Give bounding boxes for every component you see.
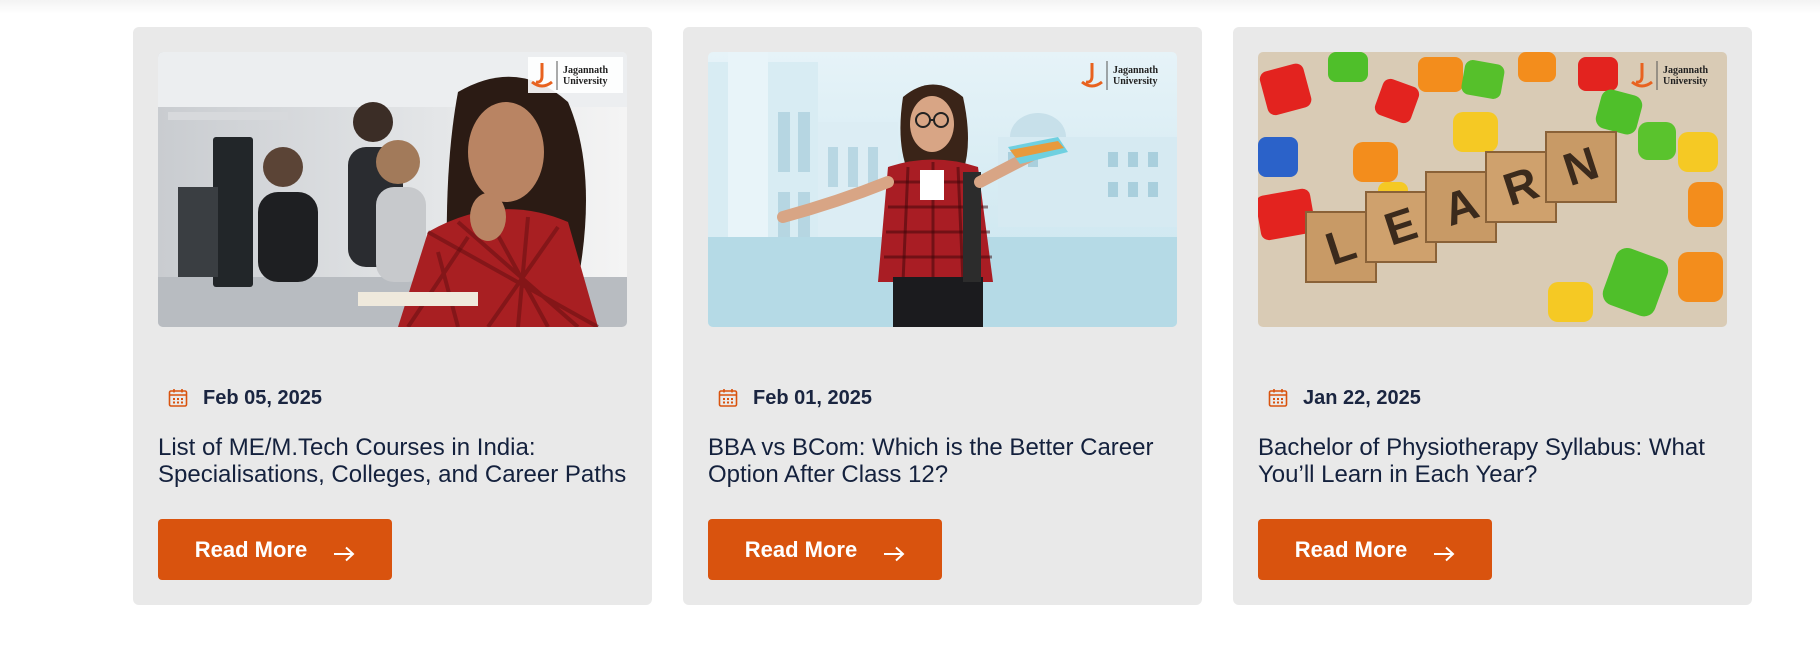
blog-card: Jagannath University Feb 0: [683, 27, 1202, 605]
student-shrugging-campus-image: Jagannath University: [708, 52, 1177, 327]
arrow-right-icon: [883, 542, 905, 561]
post-title[interactable]: BBA vs BCom: Which is the Better Career …: [708, 434, 1178, 488]
learn-wooden-blocks-image: L E A R N Jagannath University: [1258, 52, 1727, 327]
read-more-label: Read More: [194, 536, 308, 562]
post-date-text: Jan 22, 2025: [1303, 386, 1421, 409]
post-date: Feb 01, 2025: [718, 385, 872, 411]
header-shadow: [0, 0, 1820, 14]
post-title[interactable]: List of ME/M.Tech Courses in India: Spec…: [158, 434, 628, 488]
calendar-icon: [1268, 388, 1288, 408]
read-more-button[interactable]: Read More: [1258, 519, 1492, 580]
post-date-text: Feb 01, 2025: [753, 386, 872, 409]
woman-in-computer-lab-image: Jagannath University: [158, 52, 627, 327]
arrow-right-icon: [333, 542, 355, 561]
svg-text:Jagannath: Jagannath: [1663, 65, 1708, 76]
svg-text:University: University: [1113, 76, 1157, 87]
calendar-icon: [168, 388, 188, 408]
blog-section: Jagannath University Feb 05, 2025 List o…: [0, 0, 1820, 657]
blog-card-image[interactable]: Jagannath University: [158, 52, 627, 327]
post-date: Feb 05, 2025: [168, 385, 322, 411]
arrow-right-icon: [1433, 542, 1455, 561]
blog-card: L E A R N Jagannath University Jan 22, 2…: [1233, 27, 1752, 605]
calendar-icon: [718, 388, 738, 408]
blog-card-image[interactable]: L E A R N Jagannath University: [1258, 52, 1727, 327]
svg-text:Jagannath: Jagannath: [563, 65, 608, 76]
read-more-label: Read More: [744, 536, 858, 562]
read-more-label: Read More: [1294, 536, 1408, 562]
read-more-button[interactable]: Read More: [708, 519, 942, 580]
post-date: Jan 22, 2025: [1268, 385, 1421, 411]
blog-card: Jagannath University Feb 0: [133, 27, 652, 605]
post-date-text: Feb 05, 2025: [203, 386, 322, 409]
svg-text:University: University: [1663, 76, 1707, 87]
post-title[interactable]: Bachelor of Physiotherapy Syllabus: What…: [1258, 434, 1728, 488]
blog-card-image[interactable]: Jagannath University: [708, 52, 1177, 327]
svg-text:University: University: [563, 76, 607, 87]
read-more-button[interactable]: Read More: [158, 519, 392, 580]
svg-text:Jagannath: Jagannath: [1113, 65, 1158, 76]
